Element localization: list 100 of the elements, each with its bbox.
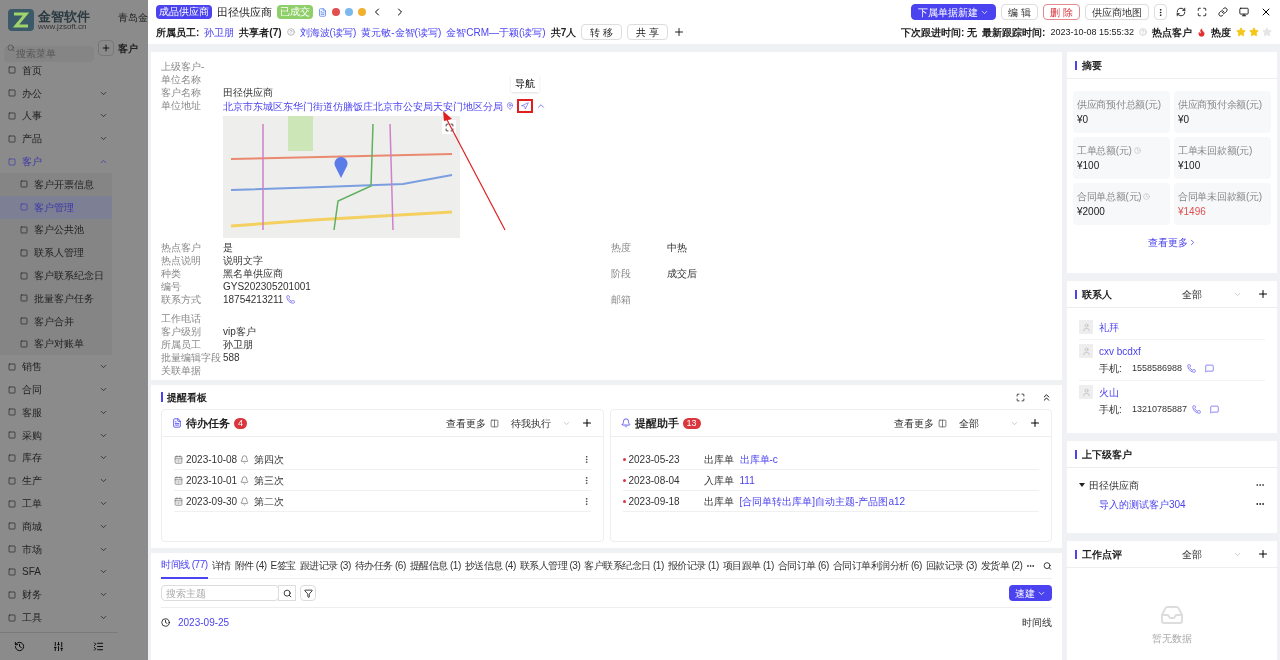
reminder-link[interactable]: 111 <box>739 472 755 488</box>
stat-value: ¥0 <box>1077 113 1090 127</box>
add-icon[interactable] <box>1257 548 1269 560</box>
menu-item[interactable]: 工单 <box>0 492 118 515</box>
link-icon[interactable] <box>1218 7 1228 17</box>
phone-icon[interactable] <box>286 295 296 304</box>
owner-link[interactable]: 孙卫朋 <box>204 24 235 40</box>
menu-item[interactable]: 库存 <box>0 446 118 470</box>
menu-item[interactable]: 合同 <box>0 378 118 401</box>
topic-search-field[interactable]: 搜索主题 <box>161 585 279 601</box>
toolbar-button[interactable]: 编 辑 <box>1001 4 1039 20</box>
menu-item[interactable]: SFA <box>0 560 118 584</box>
view-more-link[interactable]: 查看更多 <box>445 415 486 431</box>
create-button[interactable]: 下属单据新建 <box>911 4 997 20</box>
contact-name[interactable]: cxv bcdxf <box>1099 344 1215 359</box>
share-button[interactable]: 共 享 <box>627 24 668 41</box>
tab[interactable]: 发货单 (2) <box>980 552 1023 579</box>
navigate-button[interactable] <box>517 99 533 113</box>
tab[interactable]: 待办任务 (6) <box>354 552 406 579</box>
tab[interactable]: 回款记录 (3) <box>925 552 977 579</box>
menu-item[interactable]: 财务 <box>0 583 118 607</box>
tab[interactable]: 合同订单利润分析 (6) <box>832 552 922 579</box>
tab[interactable]: 跟进记录 (3) <box>299 552 351 579</box>
fullscreen-icon[interactable] <box>1197 7 1207 17</box>
sharer-link[interactable]: 黄元敏-金智(读写) <box>361 24 442 40</box>
app-icon[interactable] <box>332 8 340 16</box>
task-name[interactable]: 第二次 <box>254 493 579 509</box>
tab[interactable]: 报价记录 (1) <box>667 552 719 579</box>
menu-item[interactable]: 商城 <box>0 514 118 538</box>
quick-create-button[interactable]: 速建 <box>1009 585 1052 601</box>
contact-name[interactable]: 火山 <box>1099 385 1220 400</box>
sliders-icon[interactable] <box>53 641 65 652</box>
menu-item[interactable]: 产品 <box>0 127 118 151</box>
tree-node[interactable]: 导入的测试客户304 <box>1099 496 1255 512</box>
filter-select[interactable]: 全部 <box>1182 546 1242 562</box>
field-value: 说明文字 <box>223 254 263 267</box>
filter-select[interactable]: 待我执行 <box>510 415 571 431</box>
reminder-link[interactable]: 出库单-c <box>739 451 778 467</box>
monitor-icon[interactable] <box>1239 7 1249 17</box>
timeline-view-button[interactable]: 时间线 <box>1022 615 1052 630</box>
fullscreen-icon[interactable] <box>1016 392 1025 402</box>
next-follow-text: 下次跟进时间: 无 <box>900 25 978 40</box>
submenu-item[interactable]: 客户合并 <box>0 309 112 333</box>
menu-item[interactable]: 首页 <box>0 59 118 82</box>
collapse-icon[interactable] <box>92 641 104 652</box>
tab[interactable]: 时间线 (77) <box>161 552 208 579</box>
address-link[interactable]: 北京市东城区东华门街道仿膳饭庄北京市公安局天安门地区分局 <box>223 99 503 113</box>
refresh-icon[interactable] <box>1176 7 1186 17</box>
tab[interactable]: 详情 <box>211 552 231 579</box>
menu-item[interactable]: 采购 <box>0 423 118 447</box>
menu-item[interactable]: 销售 <box>0 355 118 379</box>
filter-select[interactable]: 全部 <box>1182 286 1242 302</box>
phone-icon[interactable] <box>1192 405 1202 414</box>
history-icon[interactable] <box>14 641 26 652</box>
document-icon[interactable] <box>318 7 327 17</box>
tab[interactable]: 提醒信息 (1) <box>409 552 461 579</box>
tab[interactable]: 附件 (4) <box>234 552 267 579</box>
view-more-link[interactable]: 查看更多 <box>1147 235 1197 250</box>
view-more-link[interactable]: 查看更多 <box>894 415 934 431</box>
tab[interactable]: 联系人管理 (3) <box>519 552 581 579</box>
menu-item[interactable]: 人事 <box>0 104 118 128</box>
menu-item[interactable]: 办公 <box>0 81 118 105</box>
menu-item[interactable]: 工具 <box>0 606 118 629</box>
submenu-item[interactable]: 客户公共池 <box>0 218 112 242</box>
filter-button[interactable] <box>300 585 316 601</box>
search-button[interactable] <box>278 585 296 601</box>
menu-item[interactable]: 生产 <box>0 469 118 493</box>
menu-item[interactable]: 客服 <box>0 400 118 424</box>
submenu-item[interactable]: 客户对账单 <box>0 332 112 356</box>
menu-item[interactable]: 市场 <box>0 537 118 561</box>
tab[interactable]: 客户联系纪念日 (1) <box>584 552 664 579</box>
submenu-item[interactable]: 客户开票信息 <box>0 173 112 196</box>
add-icon[interactable] <box>1257 288 1269 300</box>
tree-node[interactable]: 田径供应商 <box>1079 476 1265 494</box>
submenu-item[interactable]: 客户联系纪念日 <box>0 264 112 287</box>
add-icon[interactable] <box>1029 417 1041 429</box>
filter-select[interactable]: 全部 <box>959 415 1019 431</box>
task-name[interactable]: 第三次 <box>254 472 579 488</box>
toolbar-button[interactable]: 删 除 <box>1043 4 1080 20</box>
add-icon[interactable] <box>672 26 685 39</box>
submenu-item[interactable]: 联系人管理 <box>0 241 112 265</box>
tab[interactable]: 项目跟单 (1) <box>722 552 774 579</box>
transfer-button[interactable]: 转 移 <box>581 24 623 41</box>
tab[interactable]: 合同订单 (6) <box>777 552 829 579</box>
search-icon[interactable] <box>1043 560 1052 571</box>
add-icon[interactable] <box>580 417 593 429</box>
sharer-link[interactable]: 金智CRM—于颖(读写) <box>446 24 546 40</box>
contact-name[interactable]: 礼拜 <box>1099 320 1119 335</box>
collapse-icon[interactable] <box>1041 391 1052 403</box>
tab[interactable]: E签宝 <box>270 552 296 579</box>
close-icon[interactable] <box>1260 6 1272 18</box>
phone-icon[interactable] <box>1187 364 1197 373</box>
task-name[interactable]: 第四次 <box>254 451 579 467</box>
tab[interactable]: 抄送信息 (4) <box>464 552 516 579</box>
sharer-link[interactable]: 刘海波(读写) <box>299 24 357 40</box>
more-button[interactable] <box>1154 4 1167 20</box>
fullscreen-button[interactable] <box>442 120 456 134</box>
submenu-item[interactable]: 批量客户任务 <box>0 286 112 310</box>
toolbar-button[interactable]: 供应商地图 <box>1085 4 1149 20</box>
reminder-link[interactable]: [合同单转出库单]自动主题-产品图a12 <box>739 493 906 509</box>
